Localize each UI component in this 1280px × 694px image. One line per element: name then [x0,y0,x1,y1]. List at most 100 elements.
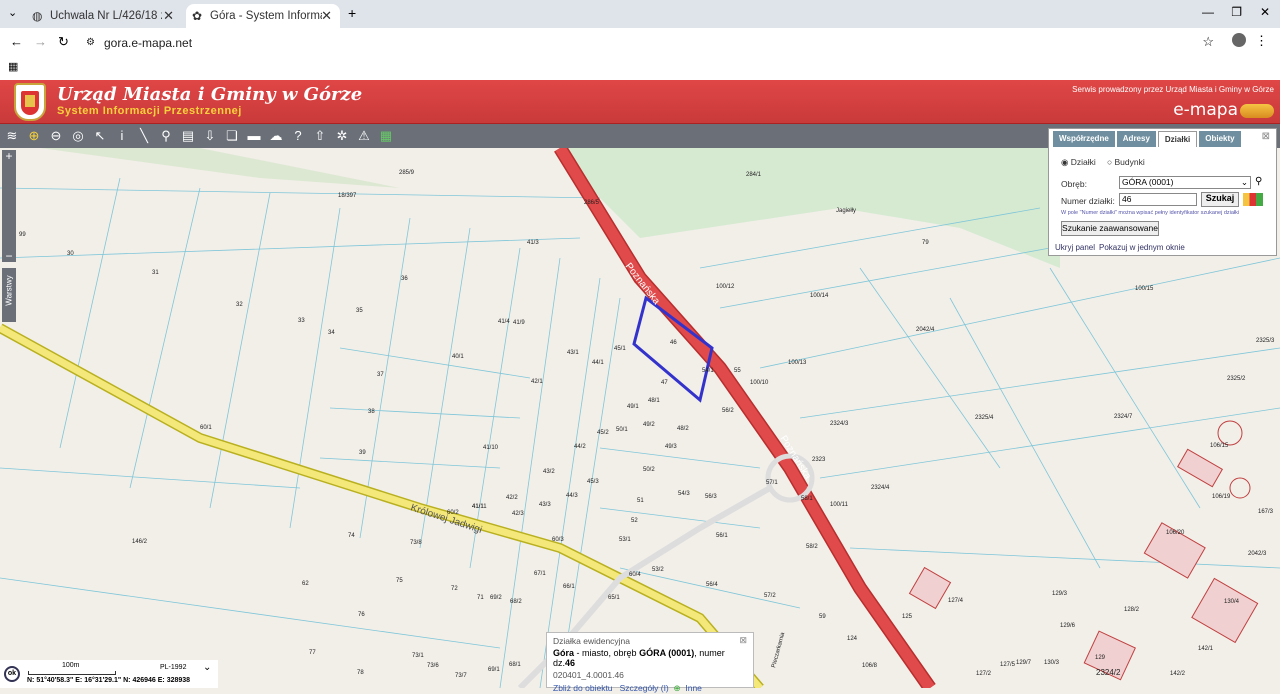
site-info-icon[interactable]: ⚙ [86,32,95,54]
palette-icon[interactable]: ▦ [378,128,394,144]
zoom-out-icon[interactable]: ⊖ [48,128,64,144]
parcel-label: 57/2 [764,593,776,599]
layers-drawer-tab[interactable]: Warstwy [2,268,16,322]
other-link[interactable]: Inne [685,683,702,693]
radio-buildings[interactable]: ○ Budynki [1107,157,1145,167]
apps-grid-icon[interactable]: ▦ [8,60,18,73]
close-icon[interactable]: ✕ [163,8,174,24]
parcel-label: 48/1 [648,398,660,404]
tab-coordinates[interactable]: Współrzędne [1053,131,1115,147]
bookmark-star-icon[interactable]: ☆ [1202,34,1214,50]
settings-icon[interactable]: ✲ [334,128,350,144]
close-icon[interactable]: ✕ [321,8,332,24]
chevron-down-icon[interactable]: ⌄ [203,662,211,673]
zoom-minus-icon[interactable]: − [2,250,16,262]
browser-tab[interactable]: ◍ Uchwala Nr L/426/18 z dnia 21 ✕ [26,4,182,28]
panel-close-icon[interactable]: ⊠ [1262,131,1270,142]
browser-tab-active[interactable]: ✿ Góra - System Informacji Przest ✕ [186,4,340,28]
comment-icon[interactable]: ☁ [268,128,284,144]
parcel-label: 49/2 [643,422,655,428]
panel-tabs: Współrzędne Adresy Działki Obiekty [1053,131,1241,147]
plus-circle-icon[interactable]: ⊕ [674,683,681,693]
help-icon[interactable]: ? [290,128,306,144]
popup-town: Góra [553,648,575,658]
download-icon[interactable]: ⇩ [202,128,218,144]
parcel-label: 142/2 [1170,671,1186,677]
upload-icon[interactable]: ⇧ [312,128,328,144]
back-icon[interactable]: ← [10,34,23,49]
tab-addresses[interactable]: Adresy [1116,131,1156,147]
tab-parcels[interactable]: Działki [1157,131,1198,147]
parcel-info-popup: ⊠ Działka ewidencyjna Góra - miasto, obr… [546,632,754,693]
hide-panel-link[interactable]: Ukryj panel [1055,243,1095,252]
parcel-label: 127/2 [976,671,992,677]
popup-parcel-id: 020401_4.0001.46 [553,670,624,680]
profile-avatar[interactable] [1232,33,1246,47]
parcel-label: 34 [328,330,335,336]
obreb-select[interactable]: GÓRA (0001) ⌄ [1119,176,1251,189]
parcel-label: 41/10 [483,445,499,451]
menu-icon[interactable]: ⋮ [1255,33,1268,49]
scale-distance: 100m [62,662,80,669]
details-link[interactable]: Szczegóły (I) [620,683,669,693]
parcel-label: 56/4 [706,582,718,588]
print-icon[interactable]: ▤ [180,128,196,144]
parcel-label: 100/11 [830,502,849,508]
parcel-label: 127/4 [948,598,964,604]
parcel-label: 62 [302,581,309,587]
search-button[interactable]: Szukaj [1201,192,1239,207]
copy-icon[interactable]: ❏ [224,128,240,144]
parcel-label: 129/7 [1016,660,1032,666]
new-tab-icon[interactable]: + [348,5,356,21]
info-icon[interactable]: i [114,128,130,144]
color-legend-icon[interactable] [1243,193,1263,206]
parcel-label: 128/2 [1124,607,1140,613]
window-close-icon[interactable]: ✕ [1260,5,1270,19]
parcel-number-input[interactable]: 46 [1119,193,1197,206]
parcel-label: 100/13 [788,360,807,366]
cursor-coordinates: N: 51°40'58.3" E: 16°31'29.1" N: 426946 … [27,677,191,684]
zoom-to-object-link[interactable]: Zbliż do obiektu [553,683,613,693]
link-icon[interactable]: ⚲ [158,128,174,144]
reload-icon[interactable]: ↻ [58,34,69,50]
chevron-down-icon: ⌄ [1240,177,1248,187]
window-icon[interactable]: ▬ [246,128,262,144]
forward-icon[interactable]: → [34,34,47,49]
parcel-label: 59 [819,614,826,620]
parcel-label: 40/1 [452,354,464,360]
popup-close-icon[interactable]: ⊠ [739,635,747,646]
parcel-label: 75 [396,578,403,584]
parcel-label: 52 [631,518,638,524]
parcel-label: 60/2 [447,510,459,516]
zoom-slider[interactable]: + − [2,150,16,262]
single-window-link[interactable]: Pokazuj w jednym oknie [1099,243,1185,252]
parcel-label: 106/20 [1166,530,1185,536]
zoom-extent-icon[interactable]: ◎ [70,128,86,144]
warning-icon[interactable]: ⚠ [356,128,372,144]
parcel-label: 129 [1095,655,1106,661]
parcel-label: 31 [152,270,159,276]
parcel-label: 284/1 [746,172,762,178]
parcel-label: 142/1 [1198,646,1214,652]
parcel-label: 68/1 [509,662,521,668]
advanced-search-button[interactable]: Szukanie zaawansowane [1061,221,1159,236]
radio-parcels[interactable]: ◉ Działki [1061,157,1096,168]
measure-icon[interactable]: ╲ [136,128,152,144]
restore-icon[interactable]: ❐ [1231,5,1242,19]
zoom-in-icon[interactable]: ⊕ [26,128,42,144]
parcel-label: 77 [309,650,316,656]
parcel-label: 76 [358,612,365,618]
ok-button[interactable]: ok [4,666,20,682]
minimize-icon[interactable]: — [1202,5,1214,19]
parcel-label: 100/15 [1135,286,1154,292]
layers-icon[interactable]: ≋ [4,128,20,144]
url-field[interactable]: ⚙ gora.e-mapa.net [80,32,1220,54]
zoom-plus-icon[interactable]: + [2,150,16,162]
parcel-label: 167/3 [1258,509,1274,515]
globe-icon: ◍ [32,9,43,23]
tab-objects[interactable]: Obiekty [1199,131,1241,147]
search-icon[interactable]: ⚲ [1255,176,1262,187]
pointer-icon[interactable]: ↖ [92,128,108,144]
tab-search-icon[interactable]: ⌄ [8,6,17,19]
parcel-label: 43/3 [539,502,551,508]
